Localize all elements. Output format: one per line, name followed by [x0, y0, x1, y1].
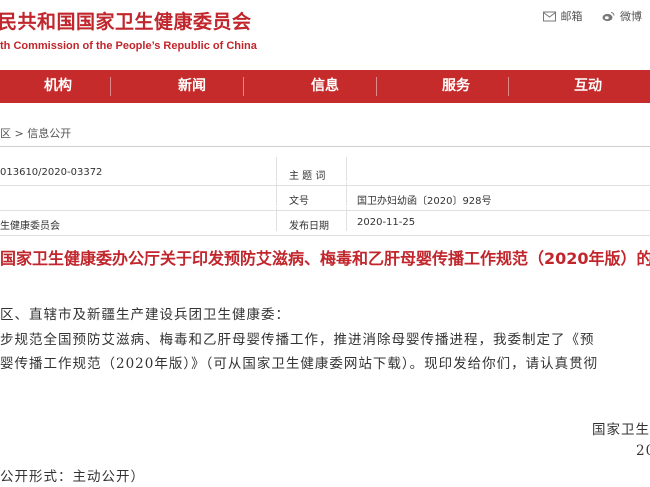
- body-line-1: 区、直辖市及新疆生产建设兵团卫生健康委：: [0, 307, 290, 323]
- doc-number-label: 文号: [289, 196, 309, 207]
- meta-row-index: 013610/2020-03372 主 题 词: [0, 157, 650, 186]
- mail-link-label: 邮箱: [560, 10, 583, 23]
- weibo-link[interactable]: 微博: [602, 8, 642, 24]
- nav-divider: [376, 77, 377, 96]
- weibo-link-label: 微博: [620, 10, 642, 23]
- meta-divider: [276, 157, 277, 181]
- weibo-icon: [602, 11, 615, 21]
- nav-item-services[interactable]: 服务: [442, 70, 470, 103]
- mail-icon: [542, 11, 556, 21]
- nav-divider: [508, 77, 509, 96]
- date-value: 2020-11-25: [357, 217, 416, 228]
- body-line-3: 婴传播工作规范（2020年版）》（可从国家卫生健康委网站下载）。现印发给你们，请…: [0, 356, 599, 372]
- signature: 国家卫生: [592, 422, 650, 438]
- body-line-2: 步规范全国预防艾滋病、梅毒和乙肝母婴传播工作，推进消除母婴传播进程，我委制定了《…: [0, 332, 595, 348]
- top-links: 邮箱 微博: [527, 8, 642, 25]
- disclosure-note: 公开形式：主动公开）: [0, 469, 145, 485]
- publisher: 生健康委员会: [0, 221, 60, 232]
- nav-divider: [110, 77, 111, 96]
- meta-row-docno: 文号 国卫办妇幼函〔2020〕928号: [0, 182, 650, 211]
- meta-divider: [276, 182, 277, 206]
- nav-divider: [243, 77, 244, 96]
- breadcrumb-divider: [0, 146, 650, 147]
- mail-link[interactable]: 邮箱: [542, 8, 583, 24]
- nav-item-interaction[interactable]: 互动: [574, 70, 602, 103]
- index-number: 013610/2020-03372: [0, 167, 103, 178]
- main-nav: 机构 新闻 信息 服务 互动: [0, 70, 650, 103]
- subject-label: 主 题 词: [289, 171, 326, 182]
- breadcrumb[interactable]: 区 > 信息公开: [0, 125, 71, 141]
- document-title: 国家卫生健康委办公厅关于印发预防艾滋病、梅毒和乙肝母婴传播工作规范（2020年版…: [0, 249, 650, 268]
- nav-item-information[interactable]: 信息: [311, 70, 339, 103]
- meta-divider: [276, 207, 277, 231]
- meta-divider: [346, 157, 347, 181]
- meta-row-date: 生健康委员会 发布日期 2020-11-25: [0, 207, 650, 236]
- date-label: 发布日期: [289, 221, 329, 232]
- site-header: 民共和国国家卫生健康委员会 th Commission of the Peopl…: [0, 0, 650, 65]
- site-title-english: th Commission of the People’s Republic o…: [0, 40, 257, 52]
- meta-divider: [346, 182, 347, 206]
- site-title[interactable]: 民共和国国家卫生健康委员会: [0, 7, 252, 34]
- nav-item-organization[interactable]: 机构: [44, 70, 72, 103]
- signature-date: 20: [636, 443, 650, 459]
- meta-divider: [346, 207, 347, 231]
- nav-item-news[interactable]: 新闻: [178, 70, 206, 103]
- doc-number-value: 国卫办妇幼函〔2020〕928号: [357, 196, 492, 207]
